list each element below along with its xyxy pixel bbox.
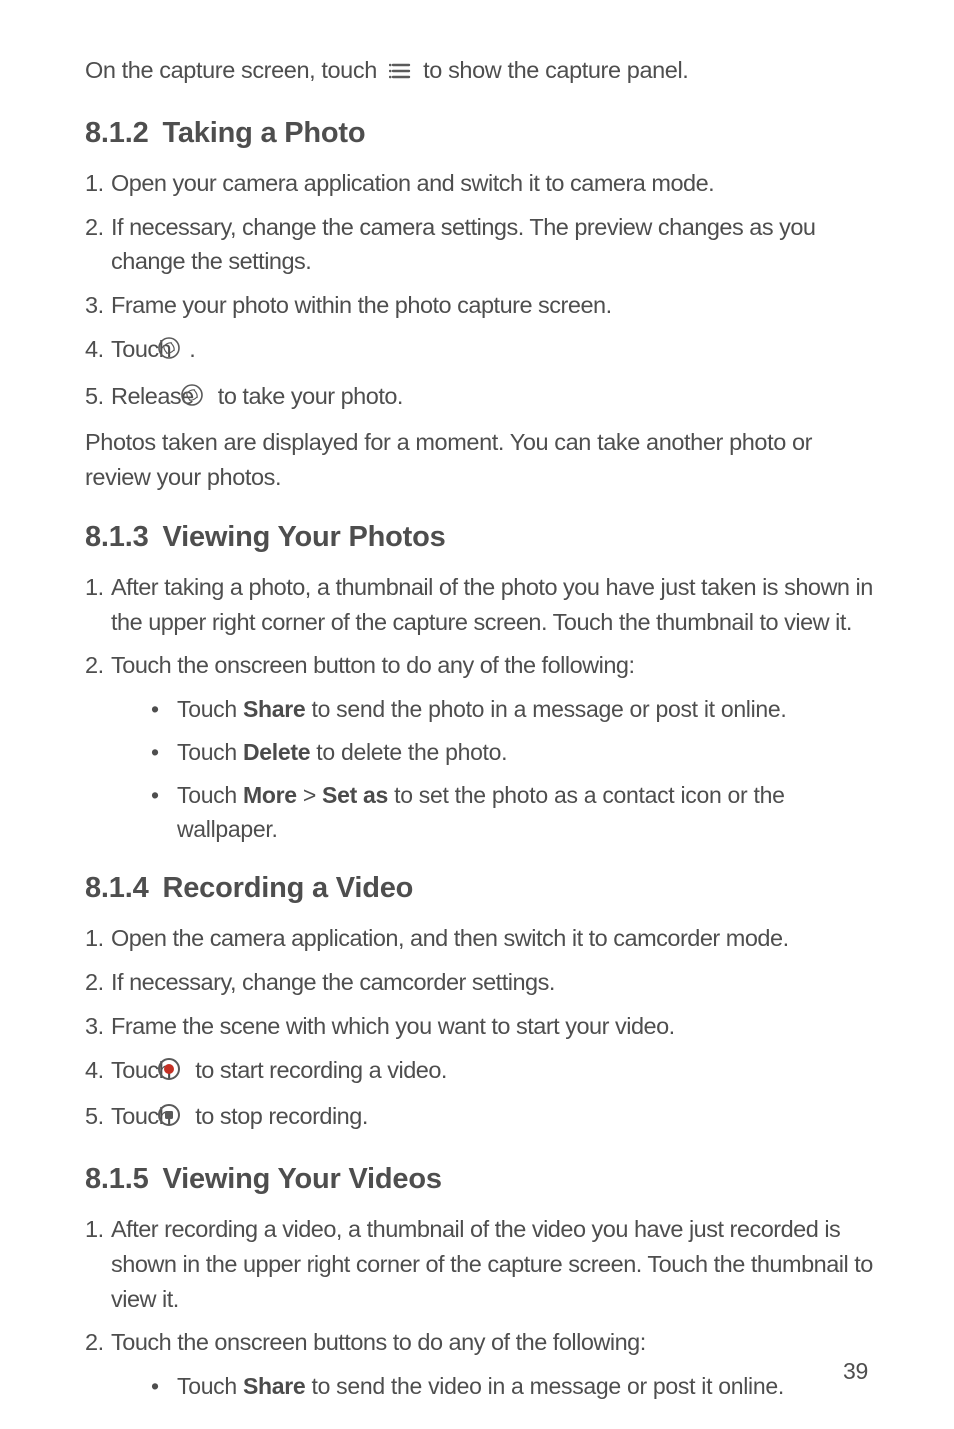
heading-8-1-2: 8.1.2 Taking a Photo	[85, 117, 878, 150]
bullet-item: • Touch Share to send the photo in a mes…	[85, 692, 878, 726]
intro-text-before: On the capture screen, touch	[85, 57, 377, 83]
list-item: 2. Touch the onscreen button to do any o…	[85, 648, 878, 683]
list-item: 2. Touch the onscreen buttons to do any …	[85, 1325, 878, 1360]
intro-text-after: to show the capture panel.	[423, 57, 688, 83]
heading-8-1-3: 8.1.3 Viewing Your Photos	[85, 521, 878, 554]
bullet-list: • Touch Share to send the video in a mes…	[85, 1369, 878, 1403]
section-title: Taking a Photo	[163, 117, 366, 149]
list-item: 1. Open your camera application and swit…	[85, 166, 878, 201]
heading-8-1-4: 8.1.4 Recording a Video	[85, 872, 878, 905]
list-item: 3. Frame your photo within the photo cap…	[85, 288, 878, 323]
bullet-item: • Touch Delete to delete the photo.	[85, 735, 878, 769]
intro-line: On the capture screen, touch to show the…	[85, 53, 878, 91]
menu-icon	[389, 56, 411, 91]
page-number: 39	[843, 1358, 868, 1385]
list-item: 1. After recording a video, a thumbnail …	[85, 1212, 878, 1316]
section-number: 8.1.3	[85, 521, 149, 553]
bullet-item: • Touch More > Set as to set the photo a…	[85, 778, 878, 846]
section-number: 8.1.5	[85, 1163, 149, 1195]
note-text: Photos taken are displayed for a moment.…	[85, 425, 878, 495]
list-item: 5. Release to take your photo.	[85, 379, 878, 417]
bullet-list: • Touch Share to send the photo in a mes…	[85, 692, 878, 846]
list-item: 1. After taking a photo, a thumbnail of …	[85, 570, 878, 640]
section-title: Viewing Your Videos	[163, 1163, 442, 1195]
list-item: 1. Open the camera application, and then…	[85, 921, 878, 956]
list-item: 3. Frame the scene with which you want t…	[85, 1009, 878, 1044]
section-number: 8.1.2	[85, 117, 149, 149]
section-title: Recording a Video	[163, 872, 414, 904]
list-item: 5. Touch to stop recording.	[85, 1099, 878, 1137]
list-item: 4. Touch to start recording a video.	[85, 1053, 878, 1091]
heading-8-1-5: 8.1.5 Viewing Your Videos	[85, 1163, 878, 1196]
section-number: 8.1.4	[85, 872, 149, 904]
list-item: 2. If necessary, change the camcorder se…	[85, 965, 878, 1000]
bullet-item: • Touch Share to send the video in a mes…	[85, 1369, 878, 1403]
section-title: Viewing Your Photos	[163, 521, 446, 553]
list-item: 4. Touch .	[85, 332, 878, 370]
list-item: 2. If necessary, change the camera setti…	[85, 210, 878, 280]
